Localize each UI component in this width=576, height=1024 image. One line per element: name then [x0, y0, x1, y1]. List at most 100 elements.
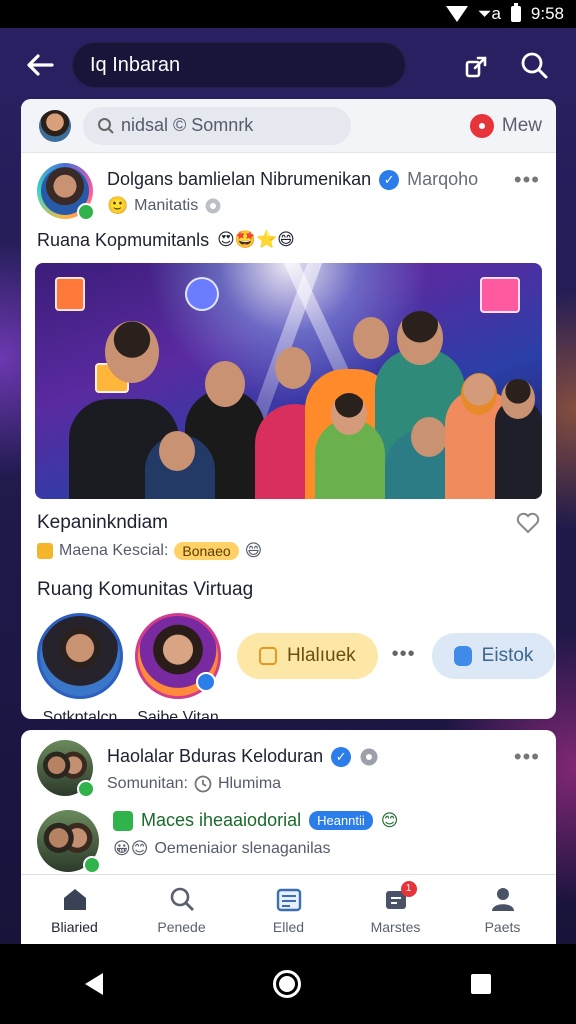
- online-badge: [83, 856, 101, 874]
- my-avatar[interactable]: [39, 109, 71, 142]
- group-avatar[interactable]: [37, 163, 95, 221]
- members-row: Sotkptalcn Saibe Vitan Hlalıuek ••• Eist…: [21, 601, 556, 719]
- post-image[interactable]: [35, 263, 542, 499]
- person-face: [411, 417, 447, 457]
- join-chip-label: Hlalıuek: [287, 645, 356, 666]
- share-button[interactable]: [458, 45, 498, 85]
- bottom-nav: Bliaried Penede Elled 1 Marstes Paets: [21, 874, 556, 944]
- post-title-suffix: Marqoho: [407, 169, 479, 189]
- tag-text: Maena Kescial:: [59, 542, 169, 559]
- check-icon: [113, 810, 133, 831]
- nav-label: Elled: [272, 918, 305, 935]
- member-card[interactable]: Sotkptalcn: [37, 613, 123, 719]
- battery-icon: [510, 3, 521, 22]
- member-card[interactable]: Saibe Vitan: [135, 613, 221, 719]
- thread-pill[interactable]: Heanntii: [309, 811, 373, 830]
- status-bar: ⏷a 9:58: [0, 0, 576, 28]
- header-search-field[interactable]: Iq Inbaran: [72, 42, 406, 88]
- calendar-icon: [274, 885, 304, 913]
- person-face: [105, 321, 159, 383]
- system-recents-icon[interactable]: [471, 974, 491, 994]
- post-title[interactable]: Haolalar Bduras Keloduran: [107, 746, 323, 767]
- notification-badge: 1: [400, 880, 417, 897]
- person-face: [353, 317, 389, 359]
- arrow-left-icon: [27, 54, 54, 76]
- search-icon: [521, 52, 548, 79]
- system-back-icon[interactable]: [85, 973, 103, 995]
- network-indicator: ⏷a: [477, 4, 501, 23]
- online-badge: [196, 672, 216, 692]
- post-title[interactable]: Dolgans bamlielan Nibrumenikan: [107, 169, 371, 190]
- app-header: Iq Inbaran: [0, 30, 576, 100]
- nav-label: Marstes: [370, 918, 421, 935]
- post-footer: Kepaninkndiam Maena Kescial: Bonaeo 😄 Ru…: [21, 499, 556, 601]
- post-header: Haolalar Bduras Keloduran ✓ Somunitan: H…: [21, 730, 556, 800]
- group-avatar[interactable]: [37, 740, 95, 798]
- search-icon: [167, 885, 197, 913]
- tag-pill[interactable]: Bonaeo: [174, 542, 239, 560]
- person-face: [501, 379, 535, 419]
- thread-emoji: 😊: [380, 810, 399, 831]
- search-icon: [98, 117, 114, 134]
- nav-item-profile[interactable]: Paets: [458, 885, 548, 935]
- post-meta: Dolgans bamlielan Nibrumenikan ✓ Marqoho…: [107, 163, 478, 217]
- post-meta: Haolalar Bduras Keloduran ✓ Somunitan: H…: [107, 740, 379, 800]
- tag-emoji: 😄: [244, 541, 263, 561]
- post-subtitle: Somunitan:: [107, 775, 188, 792]
- member-label: Saibe Vitan: [137, 709, 219, 719]
- thread-title: Maces iheaaiodorial: [141, 810, 302, 830]
- home-icon: [60, 885, 90, 913]
- grid-icon: [259, 647, 277, 665]
- post-subtitle-suffix: Hlumima: [217, 775, 282, 792]
- post-more-button[interactable]: •••: [514, 740, 540, 800]
- back-button[interactable]: [20, 45, 60, 85]
- heart-icon[interactable]: [516, 512, 540, 534]
- online-badge: [77, 203, 95, 221]
- profile-icon: [488, 885, 518, 913]
- settings-icon: [360, 748, 378, 765]
- nav-item-home[interactable]: Bliaried: [30, 885, 120, 935]
- globe-icon: [205, 198, 221, 214]
- subtitle-emoji: 🙂: [107, 196, 129, 216]
- nav-label: Penede: [157, 918, 206, 935]
- explore-chip-label: Eistok: [481, 645, 534, 666]
- post-header: Dolgans bamlielan Nibrumenikan ✓ Marqoho…: [21, 153, 556, 221]
- compose-input[interactable]: nidsal © Somnrk: [83, 106, 351, 145]
- feed-card-primary: nidsal © Somnrk Mew Dolgans bamlielan Ni…: [21, 99, 556, 719]
- new-post-button[interactable]: Mew: [469, 113, 542, 138]
- floating-app-icon: [185, 277, 219, 311]
- verified-icon: ✓: [379, 169, 400, 190]
- online-badge: [77, 780, 95, 798]
- post-more-button[interactable]: •••: [514, 163, 540, 217]
- nav-item-messages[interactable]: 1 Marstes: [351, 880, 441, 935]
- floating-app-icon: [480, 277, 520, 313]
- compose-placeholder: nidsal © Somnrk: [121, 115, 254, 135]
- system-home-icon[interactable]: [273, 970, 301, 998]
- new-post-label: Mew: [501, 114, 542, 136]
- clock: 9:58: [530, 4, 564, 23]
- clock-icon: [194, 775, 212, 793]
- nav-item-events[interactable]: Elled: [244, 885, 334, 935]
- caption-emojis: 😍🤩⭐😄: [217, 230, 295, 250]
- thread-item[interactable]: Maces iheaaiodorial Heanntii 😊 😀😊 Oemeni…: [21, 800, 556, 874]
- system-nav: [0, 944, 576, 1024]
- search-button[interactable]: [514, 45, 554, 85]
- join-chip[interactable]: Hlalıuek: [237, 633, 378, 679]
- nav-label: Bliaried: [51, 918, 98, 935]
- post-author-name[interactable]: Kepaninkndiam: [37, 512, 168, 534]
- chat-icon: [453, 646, 472, 666]
- chips-more-button[interactable]: •••: [392, 643, 416, 666]
- person-face: [275, 347, 311, 389]
- person-face: [205, 361, 245, 407]
- post-caption: Ruana Kopmumitanls 😍🤩⭐😄: [21, 217, 556, 253]
- nav-label: Paets: [484, 918, 521, 935]
- person-face: [397, 311, 443, 365]
- thread-sub-text: Oemeniaior slenaganilas: [154, 840, 331, 857]
- person-face: [331, 393, 367, 435]
- share-icon: [465, 56, 487, 78]
- nav-item-search[interactable]: Penede: [137, 885, 227, 935]
- explore-chip[interactable]: Eistok: [431, 633, 556, 679]
- member-avatar: [37, 613, 123, 699]
- verified-icon: ✓: [331, 746, 352, 767]
- tag-icon: [37, 543, 53, 559]
